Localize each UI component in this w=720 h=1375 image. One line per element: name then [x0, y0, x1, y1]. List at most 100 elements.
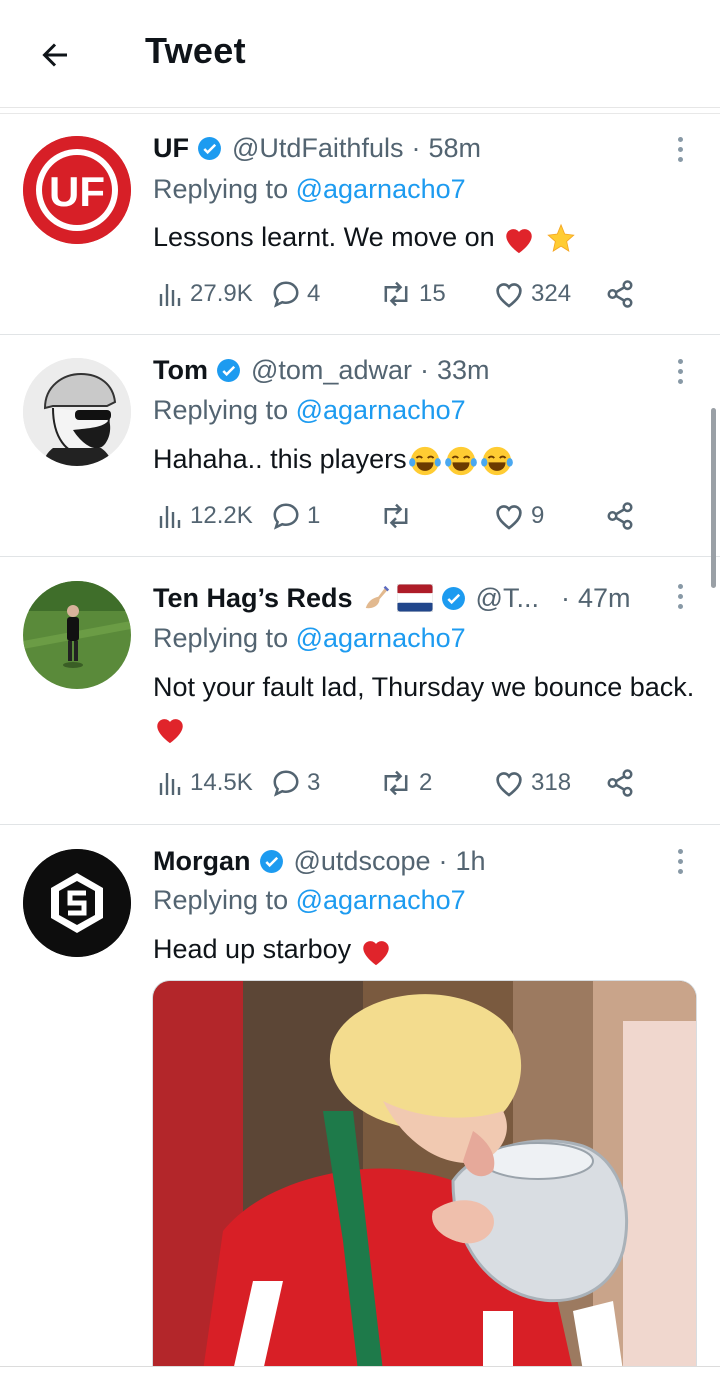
separator-dot: · — [438, 845, 448, 876]
retweet-button[interactable] — [379, 496, 419, 536]
tweet-text: Head up starboy — [153, 929, 698, 969]
user-handle[interactable]: @tom_adwar — [251, 355, 412, 386]
share-button[interactable] — [605, 763, 635, 803]
tweet-text-content: Lessons learnt. We move on — [153, 222, 495, 252]
display-name[interactable]: Morgan — [153, 846, 251, 877]
verified-badge-icon — [217, 358, 240, 382]
mention-link[interactable]: @agarnacho7 — [296, 885, 466, 915]
like-count: 9 — [531, 502, 545, 529]
timestamp[interactable]: 1h — [456, 846, 486, 877]
reply-icon — [273, 770, 299, 797]
timestamp[interactable]: 58m — [428, 133, 481, 164]
tears-of-joy-emoji-icon — [444, 446, 477, 476]
like-count: 324 — [531, 280, 572, 307]
avatar[interactable] — [23, 581, 131, 689]
mention-link[interactable]: @agarnacho7 — [296, 623, 466, 653]
replying-label: Replying to — [153, 174, 289, 204]
tweet-text: Hahaha.. this players — [153, 439, 698, 479]
views-count: 27.9K — [190, 280, 253, 307]
tweet-media-image[interactable] — [152, 980, 697, 1370]
verified-badge-icon — [259, 849, 283, 873]
heart-icon — [496, 772, 522, 797]
views-button[interactable]: 14.5K — [158, 763, 253, 803]
display-name[interactable]: Tom — [153, 355, 208, 386]
verified-badge-icon — [441, 586, 465, 610]
more-options-button[interactable] — [670, 134, 690, 164]
netherlands-flag-icon — [396, 584, 433, 612]
avatar[interactable]: UF — [23, 136, 131, 244]
scrollbar[interactable] — [711, 408, 716, 588]
red-heart-emoji-icon — [362, 940, 389, 966]
avatar[interactable] — [23, 358, 131, 466]
verified-badge-icon — [198, 136, 221, 160]
retweet-icon — [384, 770, 408, 796]
uf-logo: UF — [23, 136, 131, 244]
timestamp[interactable]: 47m — [578, 583, 631, 614]
replying-label: Replying to — [153, 623, 289, 653]
views-icon — [159, 506, 181, 528]
tweet-header: Morgan @utdscope · 1h — [153, 841, 486, 881]
views-icon — [159, 773, 181, 795]
tweet-item[interactable]: Tom @tom_adwar · 33m Replying to @agarna… — [0, 335, 720, 557]
display-name[interactable]: UF — [153, 133, 189, 164]
display-name[interactable]: Ten Hag’s Reds — [153, 583, 353, 614]
share-icon — [607, 769, 633, 797]
page-title: Tweet — [145, 30, 246, 71]
tweet-text: Not your fault lad, Thursday we bounce b… — [153, 667, 698, 747]
red-heart-emoji-icon — [506, 228, 532, 254]
replying-to: Replying to @agarnacho7 — [153, 885, 466, 916]
views-count: 14.5K — [190, 769, 253, 796]
replying-to: Replying to @agarnacho7 — [153, 623, 466, 654]
tweet-header: Tom @tom_adwar · 33m — [153, 350, 490, 390]
reply-button[interactable]: 3 — [271, 763, 320, 803]
writing-hand-emoji-icon — [365, 585, 389, 609]
separator-dot: · — [411, 132, 421, 163]
like-count: 318 — [531, 769, 572, 796]
glowing-star-emoji-icon — [546, 223, 575, 252]
tweet-header: Ten Hag’s Reds @T... · 47m — [153, 578, 631, 618]
reply-count: 1 — [307, 502, 321, 529]
back-button[interactable] — [30, 30, 80, 80]
reply-button[interactable]: 1 — [271, 496, 320, 536]
views-icon — [159, 284, 181, 306]
timestamp[interactable]: 33m — [437, 355, 490, 386]
like-button[interactable]: 9 — [493, 496, 544, 536]
like-button[interactable]: 324 — [493, 274, 571, 314]
share-button[interactable] — [605, 274, 635, 314]
reply-icon — [273, 281, 299, 308]
share-button[interactable] — [605, 496, 635, 536]
reply-button[interactable]: 4 — [271, 274, 320, 314]
reply-icon — [273, 503, 299, 530]
mention-link[interactable]: @agarnacho7 — [296, 174, 466, 204]
more-options-button[interactable] — [670, 356, 690, 386]
replying-to: Replying to @agarnacho7 — [153, 395, 466, 426]
mention-link[interactable]: @agarnacho7 — [296, 395, 466, 425]
replying-to: Replying to @agarnacho7 — [153, 174, 466, 205]
tweet-item[interactable]: Morgan @utdscope · 1h Replying to @agarn… — [0, 825, 720, 1370]
tweet-header: UF @UtdFaithfuls · 58m — [153, 128, 481, 168]
red-heart-emoji-icon — [157, 718, 183, 744]
heart-icon — [496, 505, 522, 530]
views-button[interactable]: 27.9K — [158, 274, 253, 314]
tweet-actions: 27.9K 4 15 324 — [153, 274, 653, 314]
tweet-item[interactable]: UF UF @UtdFaithfuls · 58m Replying to @a… — [0, 114, 720, 335]
user-handle[interactable]: @utdscope — [294, 846, 431, 877]
views-button[interactable]: 12.2K — [158, 496, 253, 536]
retweet-button[interactable]: 15 — [379, 274, 446, 314]
tears-of-joy-emoji-icon — [480, 446, 513, 476]
user-handle[interactable]: @T... — [476, 583, 539, 614]
user-handle[interactable]: @UtdFaithfuls — [232, 133, 403, 164]
more-options-button[interactable] — [670, 846, 690, 876]
replying-label: Replying to — [153, 395, 289, 425]
tweet-item[interactable]: Ten Hag’s Reds @T... · 47m Replying to @… — [0, 557, 720, 825]
share-icon — [607, 502, 633, 530]
retweet-button[interactable]: 2 — [379, 763, 432, 803]
tears-of-joy-emoji-icon — [408, 446, 441, 476]
more-options-button[interactable] — [670, 581, 690, 611]
like-button[interactable]: 318 — [493, 763, 571, 803]
reply-count: 3 — [307, 769, 321, 796]
utdscope-logo — [23, 849, 131, 957]
tweet-actions: 12.2K 1 9 — [153, 496, 653, 536]
avatar[interactable] — [23, 849, 131, 957]
player-kissing-trophy-image — [153, 981, 696, 1369]
